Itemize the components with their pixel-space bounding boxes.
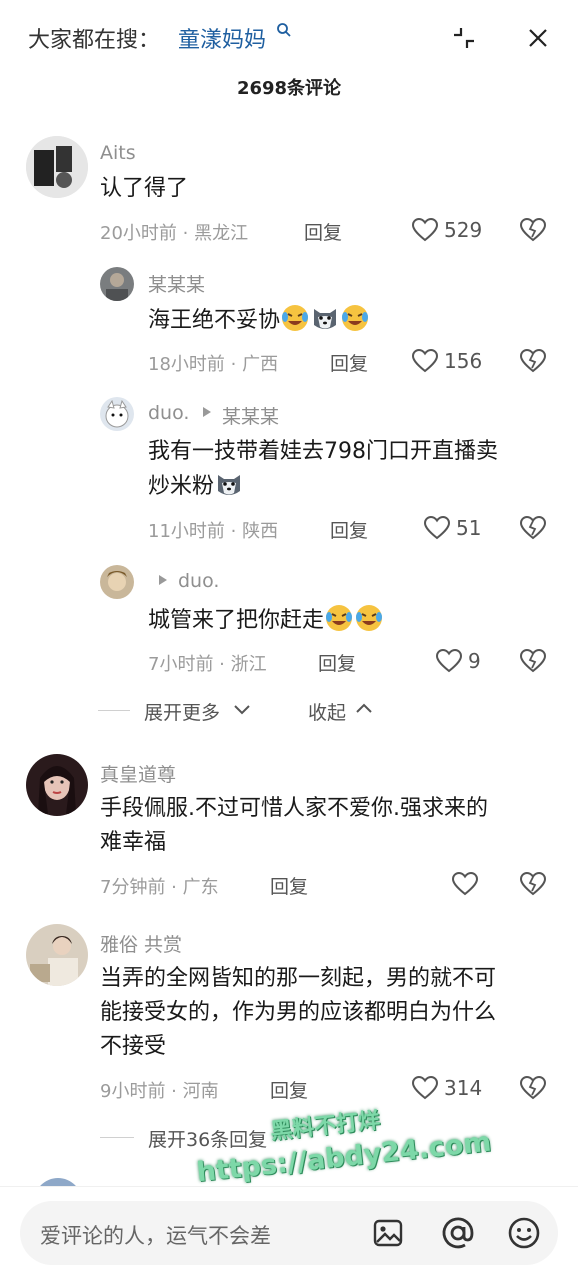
reply-author[interactable]: 某某某 <box>148 270 205 297</box>
reply-button[interactable]: 回复 <box>270 1076 308 1103</box>
crying-laughing-emoji-icon <box>282 305 309 331</box>
avatar[interactable] <box>26 754 88 816</box>
like-count: 529 <box>444 218 483 242</box>
heart-icon <box>412 349 438 373</box>
comment-text: 认了得了 <box>100 176 189 201</box>
dislike-icon[interactable] <box>520 649 546 673</box>
avatar[interactable] <box>26 924 88 986</box>
comment-text-line: 手段佩服.不过可惜人家不爱你.强求来的 <box>100 796 488 821</box>
reply-to-name[interactable]: duo. <box>178 570 219 592</box>
like-count: 51 <box>456 516 482 540</box>
like-button[interactable]: 529 <box>412 216 482 244</box>
reply-text-line: 我有一技带着娃去798门口开直播卖 <box>148 439 498 464</box>
comment-time-location: 9小时前 · 河南 <box>100 1081 219 1102</box>
heart-icon <box>452 872 478 896</box>
reply-author[interactable]: duo. <box>148 402 189 424</box>
avatar[interactable] <box>100 397 134 431</box>
avatar[interactable] <box>100 267 134 301</box>
heart-icon <box>412 218 438 242</box>
dislike-icon[interactable] <box>520 516 546 540</box>
like-button[interactable]: 9 <box>436 647 481 675</box>
collapse-button[interactable]: 收起 <box>308 698 346 725</box>
at-mention-icon[interactable] <box>440 1215 476 1251</box>
crying-laughing-emoji-icon <box>342 305 369 331</box>
expand-replies-button[interactable]: 展开36条回复 <box>148 1125 267 1152</box>
like-count: 156 <box>444 349 483 373</box>
husky-dog-emoji-icon <box>218 475 241 495</box>
reply-time-location: 18小时前 · 广西 <box>148 354 279 375</box>
comment-text-line: 难幸福 <box>100 830 167 855</box>
close-icon[interactable] <box>524 24 552 52</box>
reply-button[interactable]: 回复 <box>318 649 356 676</box>
image-icon[interactable] <box>372 1217 404 1249</box>
reply-text-content: 城管来了把你赶走 <box>148 608 325 633</box>
search-icon[interactable] <box>276 22 292 38</box>
comment-time-location: 20小时前 · 黑龙江 <box>100 223 249 244</box>
like-button[interactable]: 156 <box>412 347 482 375</box>
comment-author[interactable]: 真皇道尊 <box>100 760 176 787</box>
comment-text-line: 不接受 <box>100 1034 167 1059</box>
heart-icon <box>424 516 450 540</box>
comment-input[interactable]: 爱评论的人，运气不会差 <box>20 1201 558 1265</box>
comment-text-line: 当弄的全网皆知的那一刻起，男的就不可 <box>100 966 497 991</box>
reply-arrow-icon <box>203 407 211 417</box>
divider <box>98 710 130 711</box>
like-button[interactable]: 51 <box>424 514 481 542</box>
comment-author[interactable]: Aits <box>100 142 136 164</box>
comment-count: 2698条评论 <box>236 78 342 99</box>
reply-to-name[interactable]: 某某某 <box>222 402 279 429</box>
avatar[interactable] <box>26 136 88 198</box>
chevron-up-icon[interactable] <box>356 703 372 713</box>
comment-author[interactable]: 雅俗 共赏 <box>100 930 182 957</box>
trending-search-prefix: 大家都在搜： <box>28 28 161 53</box>
minimize-icon[interactable] <box>450 24 478 52</box>
like-count: 9 <box>468 649 481 673</box>
trending-search-term[interactable]: 童漾妈妈 <box>178 22 266 54</box>
reply-text: 城管来了把你赶走 <box>148 603 384 638</box>
comment-text-line: 能接受女的，作为男的应该都明白为什么 <box>100 1000 497 1025</box>
reply-button[interactable]: 回复 <box>304 218 342 245</box>
like-count: 314 <box>444 1076 483 1100</box>
heart-icon <box>412 1076 438 1100</box>
dislike-icon[interactable] <box>520 872 546 896</box>
reply-text: 海王绝不妥协 <box>148 303 370 338</box>
reply-text-line: 炒米粉 <box>148 469 244 504</box>
dislike-icon[interactable] <box>520 1076 546 1100</box>
reply-button[interactable]: 回复 <box>270 872 308 899</box>
reply-text-content: 炒米粉 <box>148 474 215 499</box>
reply-time-location: 11小时前 · 陕西 <box>148 521 279 542</box>
reply-button[interactable]: 回复 <box>330 516 368 543</box>
avatar[interactable] <box>100 565 134 599</box>
comment-time-location: 7分钟前 · 广东 <box>100 877 219 898</box>
reply-text-content: 海王绝不妥协 <box>148 308 281 333</box>
chevron-down-icon[interactable] <box>234 705 250 715</box>
divider <box>100 1137 134 1138</box>
dislike-icon[interactable] <box>520 349 546 373</box>
dislike-icon[interactable] <box>520 218 546 242</box>
crying-laughing-emoji-icon <box>326 605 353 631</box>
like-button[interactable] <box>452 870 478 898</box>
reply-button[interactable]: 回复 <box>330 349 368 376</box>
reply-arrow-icon <box>159 575 167 585</box>
crying-laughing-emoji-icon <box>356 605 383 631</box>
top-bar: 大家都在搜： 童漾妈妈 2698条评论 <box>0 0 578 99</box>
expand-more-button[interactable]: 展开更多 <box>144 698 220 725</box>
reply-time-location: 7小时前 · 浙江 <box>148 654 267 675</box>
heart-icon <box>436 649 462 673</box>
bottom-bar: 爱评论的人，运气不会差 <box>0 1186 578 1280</box>
like-button[interactable]: 314 <box>412 1074 482 1102</box>
husky-dog-emoji-icon <box>314 309 337 329</box>
emoji-icon[interactable] <box>506 1215 542 1251</box>
comment-input-placeholder: 爱评论的人，运气不会差 <box>40 1224 271 1248</box>
